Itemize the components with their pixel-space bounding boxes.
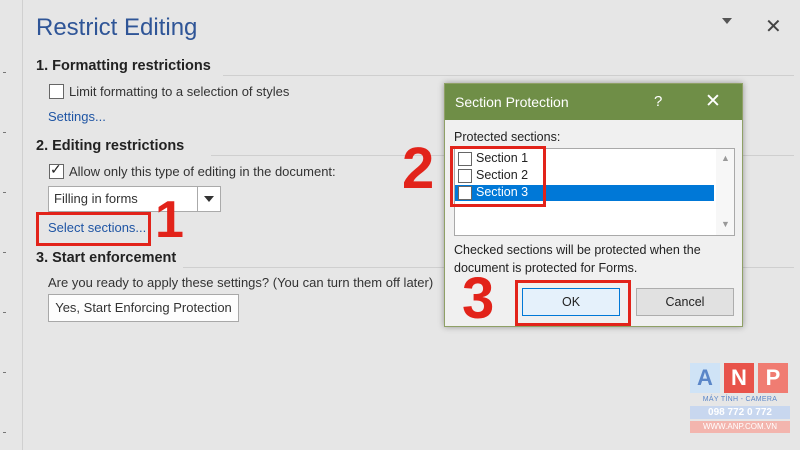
ruler-tick — [3, 72, 6, 73]
document-edge — [0, 0, 23, 450]
ruler-tick — [3, 192, 6, 193]
ruler-tick — [3, 312, 6, 313]
divider — [223, 75, 794, 76]
dialog-title: Section Protection — [455, 94, 569, 110]
editing-type-combobox[interactable]: Filling in forms — [48, 186, 221, 212]
start-enforcing-button[interactable]: Yes, Start Enforcing Protection — [48, 294, 239, 322]
annotation-step-2: 2 — [402, 136, 435, 201]
ruler-tick — [3, 252, 6, 253]
scroll-down-icon[interactable]: ▼ — [721, 219, 730, 229]
annotation-box-3 — [515, 280, 631, 326]
limit-formatting-label: Limit formatting to a selection of style… — [69, 84, 290, 99]
formatting-heading: 1. Formatting restrictions — [36, 58, 211, 74]
logo-letter: P — [758, 363, 788, 393]
logo-letter: A — [690, 363, 720, 393]
pane-options-dropdown-icon[interactable] — [720, 18, 734, 28]
help-icon[interactable]: ? — [654, 93, 662, 110]
logo-tagline: MÁY TÍNH - CAMERA — [702, 396, 778, 403]
cancel-button[interactable]: Cancel — [636, 288, 734, 316]
annotation-box-1 — [36, 212, 151, 246]
listbox-scrollbar[interactable]: ▲ ▼ — [716, 149, 734, 235]
enforcement-question: Are you ready to apply these settings? (… — [48, 275, 434, 290]
logo-letter: N — [724, 363, 754, 393]
logo-website: WWW.ANP.COM.VN — [690, 421, 790, 433]
annotation-step-3: 3 — [462, 266, 495, 331]
dialog-note: Checked sections will be protected when … — [454, 243, 701, 275]
logo-phone: 098 772 0 772 — [690, 406, 790, 419]
annotation-step-1: 1 — [155, 191, 184, 249]
limit-formatting-checkbox[interactable] — [49, 84, 64, 99]
pane-title: Restrict Editing — [36, 14, 198, 41]
protected-sections-label: Protected sections: — [454, 130, 561, 144]
close-icon[interactable]: ✕ — [705, 90, 721, 113]
settings-link[interactable]: Settings... — [48, 109, 106, 124]
ruler-tick — [3, 372, 6, 373]
allow-editing-label: Allow only this type of editing in the d… — [69, 164, 336, 179]
dialog-titlebar[interactable]: Section Protection ? ✕ — [445, 84, 742, 120]
annotation-box-2 — [450, 146, 546, 207]
chevron-down-icon[interactable] — [197, 187, 220, 211]
editing-heading: 2. Editing restrictions — [36, 138, 185, 154]
enforcement-heading: 3. Start enforcement — [36, 250, 177, 266]
scroll-up-icon[interactable]: ▲ — [721, 153, 730, 163]
allow-editing-checkbox[interactable] — [49, 161, 64, 179]
combobox-value: Filling in forms — [54, 191, 138, 206]
anp-watermark-logo: A N P MÁY TÍNH - CAMERA 098 772 0 772 WW… — [690, 363, 790, 443]
ruler-tick — [3, 132, 6, 133]
ruler-tick — [3, 432, 6, 433]
pane-close-icon[interactable]: ✕ — [765, 14, 782, 39]
